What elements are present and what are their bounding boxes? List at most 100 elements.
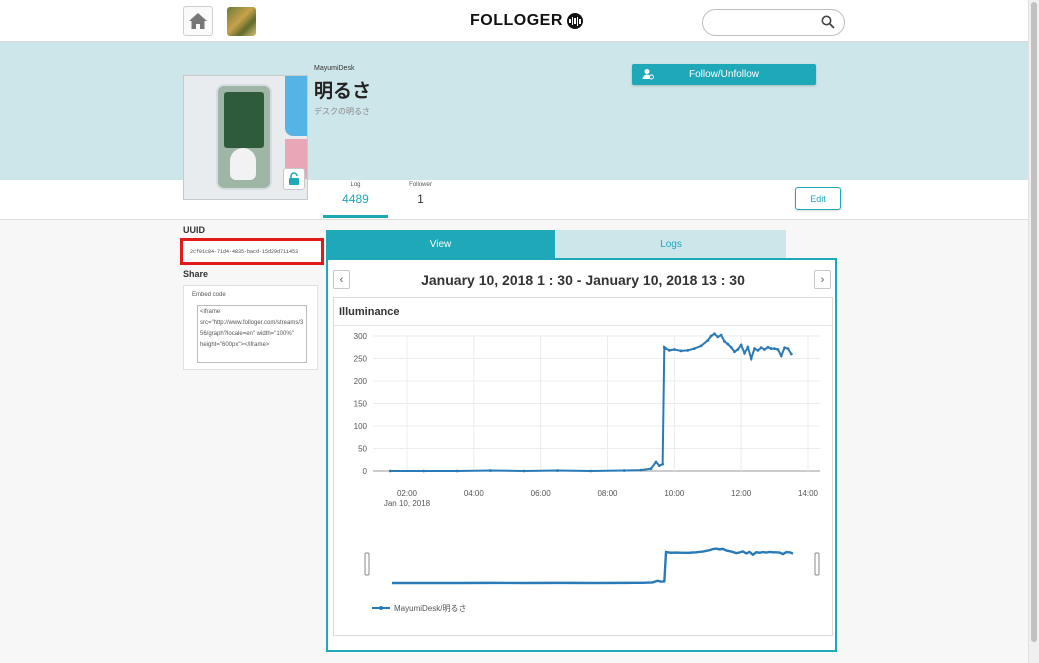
legend-label[interactable]: MayumiDesk/明るさ: [394, 604, 466, 613]
folloger-logo[interactable]: FOLLOGER: [470, 10, 583, 32]
follower-count: 1: [417, 192, 424, 206]
series-point: [779, 354, 783, 358]
search-box: [702, 9, 845, 36]
series-point: [699, 344, 703, 348]
y-tick-label: 150: [354, 400, 368, 409]
x-sublabel: Jan 10, 2018: [384, 499, 431, 508]
series-point: [716, 335, 720, 339]
navigator-line: [392, 547, 794, 585]
page-title: 明るさ: [314, 81, 372, 102]
series-point: [723, 340, 726, 343]
series-point: [422, 469, 426, 473]
follow-user-icon: [642, 69, 654, 80]
series-point: [733, 350, 736, 354]
series-point: [753, 347, 756, 350]
date-range: January 10, 2018 1 : 30 - January 10, 20…: [421, 272, 745, 288]
home-button[interactable]: [183, 6, 213, 36]
series-point: [667, 349, 671, 352]
user-avatar[interactable]: [227, 7, 256, 36]
series-point: [622, 469, 626, 472]
previous-range-button[interactable]: ‹: [333, 270, 350, 289]
view-panel: ‹ January 10, 2018 1 : 30 - January 10, …: [326, 258, 837, 652]
search-icon[interactable]: [821, 15, 835, 29]
logo-text: FOLLOGER: [470, 12, 563, 29]
series-point: [776, 348, 780, 351]
series-point: [657, 464, 661, 467]
y-tick-label: 50: [358, 445, 367, 454]
x-tick-label: 06:00: [531, 489, 552, 498]
chevron-left-icon: ‹: [339, 273, 344, 286]
series-point: [786, 347, 790, 350]
series-point: [664, 347, 668, 350]
logo-icon: [566, 13, 583, 29]
series-point: [639, 468, 643, 472]
edit-button[interactable]: Edit: [795, 187, 841, 210]
chart-container: Illuminance 0 50 100 150 200 250 300 02:00 04:00…: [333, 297, 833, 636]
image-detail: [285, 76, 307, 136]
series-point: [455, 469, 459, 473]
y-tick-label: 100: [354, 422, 368, 431]
x-tick-label: 14:00: [798, 489, 819, 498]
series-point: [739, 343, 743, 347]
image-detail: [230, 148, 256, 180]
series-point: [759, 346, 763, 350]
y-tick-label: 0: [363, 467, 368, 476]
uuid-value[interactable]: 2cf01c84-71d4-4835-bacd-15d29d711453: [180, 238, 324, 265]
series-point: [692, 347, 696, 350]
embed-label: Embed code: [192, 292, 226, 298]
series-point: [749, 357, 753, 360]
series-point: [589, 469, 593, 473]
embed-code-field[interactable]: [197, 305, 307, 363]
series-point: [746, 345, 750, 349]
series-point: [388, 469, 392, 473]
top-bar: FOLLOGER: [0, 0, 1028, 42]
x-tick-label: 10:00: [664, 489, 685, 498]
series-point: [672, 348, 676, 351]
x-tick-label: 12:00: [731, 489, 752, 498]
series-point: [763, 348, 766, 351]
stream-description: デスクの明るさ: [314, 107, 370, 116]
series-point: [679, 349, 683, 353]
unlock-icon[interactable]: [283, 168, 305, 190]
y-tick-label: 300: [354, 332, 368, 341]
tab-logs[interactable]: Logs: [556, 230, 786, 258]
illuminance-chart[interactable]: 0 50 100 150 200 250 300 02:00 04:00 06:00 08:00 10…: [334, 298, 832, 635]
image-detail: [224, 92, 264, 148]
series-point: [729, 345, 733, 349]
series-point: [489, 469, 492, 472]
home-icon: [189, 13, 207, 29]
series-point: [713, 332, 716, 336]
embed-panel: Embed code: [183, 285, 318, 370]
search-input[interactable]: [713, 10, 823, 35]
y-tick-label: 200: [354, 377, 368, 386]
log-count: 4489: [342, 192, 369, 206]
y-tick-label: 250: [354, 355, 368, 364]
x-tick-label: 02:00: [397, 489, 418, 498]
next-range-button[interactable]: ›: [814, 270, 831, 289]
scrollbar-thumb[interactable]: [1031, 2, 1037, 642]
uuid-label: UUID: [183, 225, 205, 235]
navigator-left-handle: [364, 552, 370, 576]
series-point: [783, 346, 787, 350]
series-point: [661, 462, 665, 466]
follow-unfollow-label: Follow/Unfollow: [688, 69, 760, 80]
log-label: Log: [350, 182, 361, 188]
series-point: [743, 351, 746, 355]
owner-name[interactable]: MayumiDesk: [314, 65, 354, 72]
page-scrollbar[interactable]: [1028, 0, 1039, 663]
follower-label: Follower: [409, 182, 432, 188]
series-point: [726, 342, 730, 346]
series-line: [390, 332, 793, 473]
share-label: Share: [183, 269, 209, 279]
tab-follower-count[interactable]: Follower 1: [393, 180, 448, 206]
follow-unfollow-button[interactable]: Follow/Unfollow: [632, 64, 816, 85]
navigator-right-handle: [814, 552, 820, 576]
tab-view[interactable]: View: [326, 230, 555, 258]
series-point: [555, 469, 559, 472]
series-point: [522, 469, 526, 473]
tab-log-count[interactable]: Log 4489: [323, 180, 388, 218]
series-point: [709, 334, 713, 338]
series-point: [649, 467, 653, 471]
series-point: [706, 339, 710, 342]
series-point: [773, 347, 776, 350]
